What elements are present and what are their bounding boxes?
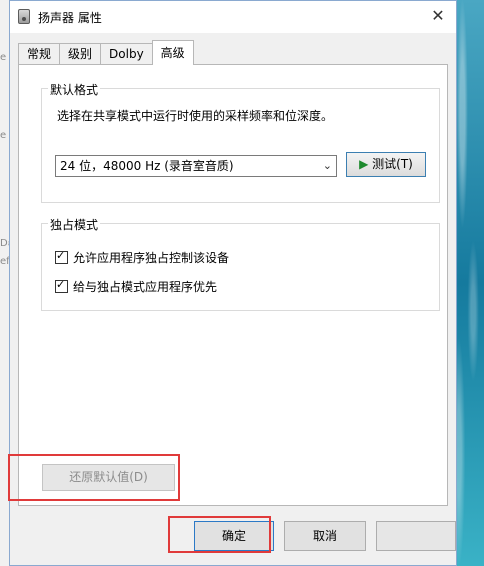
window-title: 扬声器 属性 [38,11,102,25]
exclusive-priority-checkbox[interactable] [55,278,68,293]
speaker-icon [18,9,30,24]
test-button-label: 测试(T) [372,157,413,171]
highlight-box [8,454,180,501]
exclusive-control-checkbox[interactable] [55,249,68,264]
tab-general[interactable]: 常规 [18,43,61,65]
background-text: e [0,130,7,141]
format-selected-value: 24 位，48000 Hz (录音室音质) [60,159,234,173]
highlight-box [168,516,271,553]
exclusive-mode-label: 独占模式 [48,216,101,233]
exclusive-priority-label: 给与独占模式应用程序优先 [73,280,218,294]
cancel-button[interactable]: 取消 [284,521,366,551]
exclusive-mode-group: 独占模式 允许应用程序独占控制该设备 给与独占模式应用程序优先 [41,216,440,311]
default-format-group: 默认格式 选择在共享模式中运行时使用的采样频率和位深度。 24 位，48000 … [41,81,440,203]
exclusive-priority-option: 给与独占模式应用程序优先 [55,278,217,295]
test-button[interactable]: ▶ 测试(T) [346,152,426,177]
tab-strip: 常规 级别 Dolby 高级 [18,40,194,65]
chevron-down-icon: ⌄ [322,159,332,172]
apply-button[interactable] [376,521,456,551]
tab-levels[interactable]: 级别 [59,43,102,65]
default-format-description: 选择在共享模式中运行时使用的采样频率和位深度。 [57,109,334,123]
tab-advanced[interactable]: 高级 [151,40,194,65]
exclusive-control-label: 允许应用程序独占控制该设备 [73,251,230,265]
close-button[interactable]: ✕ [426,5,450,27]
title-bar: 扬声器 属性 ✕ [10,1,456,33]
tab-dolby[interactable]: Dolby [100,43,153,65]
advanced-panel: 默认格式 选择在共享模式中运行时使用的采样频率和位深度。 24 位，48000 … [18,64,448,506]
exclusive-control-option: 允许应用程序独占控制该设备 [55,249,229,266]
default-format-label: 默认格式 [48,81,101,98]
speaker-properties-dialog: 扬声器 属性 ✕ 常规 级别 Dolby 高级 默认格式 选择在共享模式中运行时… [8,0,457,566]
play-icon: ▶ [359,157,369,171]
background-text: e [0,52,7,63]
format-dropdown[interactable]: 24 位，48000 Hz (录音室音质) ⌄ [55,155,337,177]
